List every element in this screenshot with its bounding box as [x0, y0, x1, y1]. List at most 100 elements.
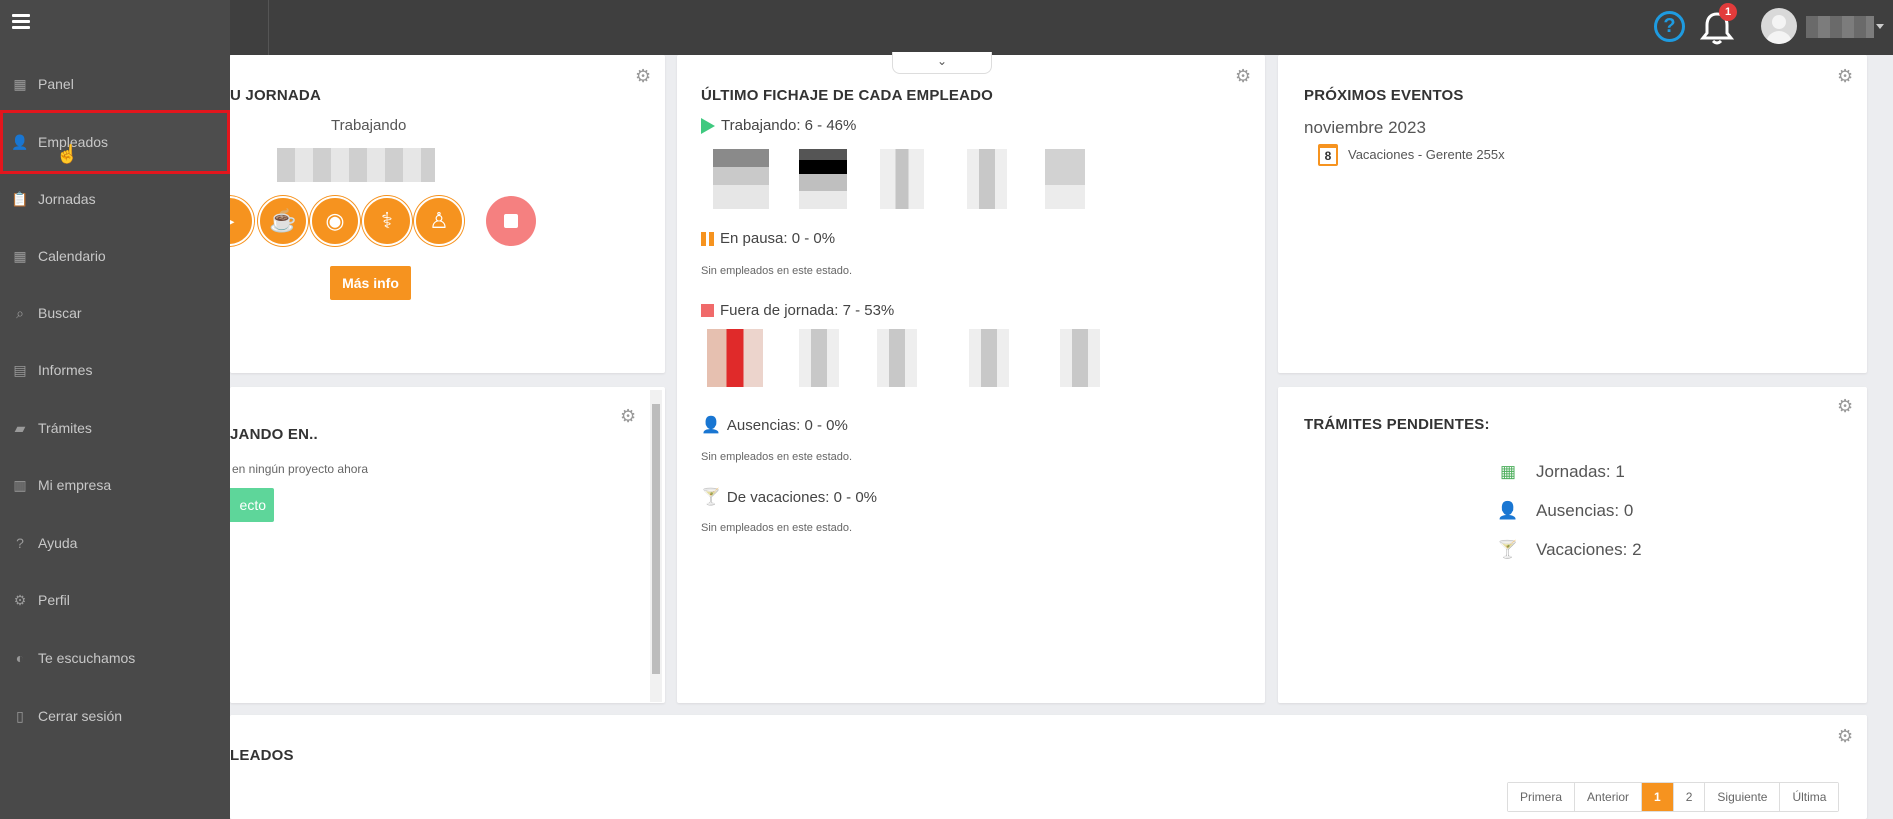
play-icon[interactable]: ▸: [230, 196, 254, 246]
search-icon: ⌕: [16, 304, 24, 321]
coffee-icon[interactable]: ☕: [258, 196, 308, 246]
square-icon: [701, 304, 714, 317]
jornada-card: U JORNADA ⚙ Trabajando ▸ ☕ ◉ ⚕ ♙ Más inf…: [230, 55, 665, 373]
chevron-down-icon[interactable]: [1876, 24, 1884, 29]
sidebar: ▦ Panel 👤 Empleados 📋 Jornadas ▦ Calendario ⌕ Bus…: [0, 0, 230, 819]
calendar-icon: ▦: [13, 247, 27, 264]
sidebar-item-label: Mi empresa: [38, 477, 112, 493]
tramite-jornadas[interactable]: ▦ Jornadas: 1: [1496, 462, 1625, 482]
user-name-redacted[interactable]: [1806, 16, 1874, 38]
sidebar-item-calendario[interactable]: ▦ Calendario: [0, 228, 230, 284]
proyecto-card: JANDO EN.. ⚙ en ningún proyecto ahora ec…: [230, 387, 665, 703]
working-status: Trabajando: 6 - 46%: [701, 117, 856, 134]
ear-icon: ◐: [15, 650, 25, 666]
tramites-card: TRÁMITES PENDIENTES: ⚙ ▦ Jornadas: 1 👤 A…: [1278, 387, 1867, 703]
gear-icon[interactable]: ⚙: [635, 67, 653, 85]
sidebar-item-empleados[interactable]: 👤 Empleados: [0, 110, 230, 174]
proyecto-scrollbar[interactable]: [650, 390, 662, 702]
employee-avatar[interactable]: [1045, 149, 1085, 209]
calendar-icon: ▦: [1499, 462, 1517, 481]
pager-previous[interactable]: Anterior: [1575, 783, 1643, 811]
tramite-label: Vacaciones: 2: [1536, 540, 1642, 559]
paused-status: En pausa: 0 - 0%: [701, 230, 835, 247]
pager-next[interactable]: Siguiente: [1705, 783, 1781, 811]
clipboard-icon: 📋: [11, 190, 29, 207]
employee-avatar[interactable]: [799, 149, 847, 209]
employee-avatar[interactable]: [880, 149, 924, 209]
employee-avatar[interactable]: [799, 329, 839, 387]
fichaje-title: ÚLTIMO FICHAJE DE CADA EMPLEADO: [701, 87, 994, 104]
sidebar-item-label: Jornadas: [38, 191, 96, 207]
sidebar-item-perfil[interactable]: ⚙ Perfil: [0, 572, 230, 628]
working-label: Trabajando: 6 - 46%: [721, 117, 857, 134]
sidebar-item-te-escuchamos[interactable]: ◐ Te escuchamos: [0, 630, 230, 686]
pager-first[interactable]: Primera: [1508, 783, 1576, 811]
sidebar-item-trámites[interactable]: ▰ Trámites: [0, 400, 230, 456]
sidebar-item-label: Informes: [38, 362, 93, 378]
sidebar-item-informes[interactable]: ▤ Informes: [0, 342, 230, 398]
sidebar-item-label: Te escuchamos: [38, 650, 136, 666]
pager-last[interactable]: Última: [1780, 783, 1839, 811]
sidebar-item-label: Cerrar sesión: [38, 708, 123, 724]
folder-icon: ▰: [14, 419, 26, 436]
paused-label: En pausa: 0 - 0%: [720, 230, 836, 247]
sidebar-item-jornadas[interactable]: 📋 Jornadas: [0, 171, 230, 227]
pager-page-2[interactable]: 2: [1673, 783, 1706, 811]
tramites-title: TRÁMITES PENDIENTES:: [1304, 416, 1490, 433]
dashboard-icon: ▦: [13, 75, 27, 92]
sidebar-item-label: Buscar: [38, 305, 82, 321]
help-circle-icon[interactable]: ?: [1654, 11, 1685, 42]
topbar-separator: [268, 0, 269, 55]
tramite-vacaciones[interactable]: 🍸 Vacaciones: 2: [1496, 540, 1642, 560]
hamburger-menu-icon[interactable]: [12, 14, 30, 30]
eventos-card: PRÓXIMOS EVENTOS ⚙ noviembre 2023 8 Vaca…: [1278, 55, 1867, 373]
select-project-button[interactable]: ecto: [230, 488, 274, 522]
lunch-icon[interactable]: ◉: [310, 196, 360, 246]
vacation-label: De vacaciones: 0 - 0%: [726, 488, 877, 506]
gear-icon[interactable]: ⚙: [1837, 67, 1855, 85]
tramite-label: Ausencias: 0: [1536, 501, 1634, 520]
sidebar-item-mi-empresa[interactable]: ▥ Mi empresa: [0, 457, 230, 513]
family-icon[interactable]: ♙: [414, 196, 464, 246]
tramite-ausencias[interactable]: 👤 Ausencias: 0: [1496, 501, 1633, 521]
chevron-down-icon: ⌄: [936, 54, 948, 68]
doctor-icon[interactable]: ⚕: [362, 196, 412, 246]
employee-avatar[interactable]: [877, 329, 917, 387]
employee-avatar[interactable]: [713, 149, 769, 209]
collapse-toggle[interactable]: ⌄: [892, 52, 992, 74]
employee-avatar[interactable]: [707, 329, 763, 387]
sidebar-item-cerrar-sesión[interactable]: ▯ Cerrar sesión: [0, 688, 230, 744]
play-triangle-icon: [701, 117, 715, 134]
top-bar: ? 1: [0, 0, 1893, 55]
sidebar-item-panel[interactable]: ▦ Panel: [0, 56, 230, 112]
employee-name-redacted: [277, 148, 435, 182]
vacation-note: Sin empleados en este estado.: [701, 522, 853, 534]
building-icon: ▥: [13, 476, 27, 493]
cocktail-icon: 🍸: [1497, 540, 1519, 559]
logout-icon: ▯: [16, 707, 24, 724]
stop-icon[interactable]: [486, 196, 536, 246]
employee-avatar[interactable]: [1060, 329, 1100, 387]
cocktail-icon: 🍸: [701, 489, 721, 506]
event-text[interactable]: Vacaciones - Gerente 255x: [1348, 147, 1505, 162]
employee-avatar[interactable]: [967, 149, 1007, 209]
report-icon: ▤: [13, 361, 27, 378]
gear-icon[interactable]: ⚙: [1837, 397, 1855, 415]
more-info-button[interactable]: Más info: [330, 266, 411, 300]
pager-page-1[interactable]: 1: [1642, 783, 1674, 811]
sidebar-item-label: Ayuda: [38, 535, 78, 551]
off-label: Fuera de jornada: 7 - 53%: [720, 302, 895, 319]
sidebar-item-label: Perfil: [38, 592, 70, 608]
sidebar-item-label: Calendario: [38, 248, 106, 264]
calendar-day-icon: 8: [1318, 144, 1338, 166]
jornada-title: U JORNADA: [230, 87, 321, 104]
vacation-status: 🍸 De vacaciones: 0 - 0%: [701, 487, 877, 507]
proyecto-title: JANDO EN..: [230, 426, 318, 443]
sidebar-item-buscar[interactable]: ⌕ Buscar: [0, 285, 230, 341]
gear-icon[interactable]: ⚙: [620, 407, 638, 425]
gear-icon[interactable]: ⚙: [1235, 67, 1253, 85]
gear-icon[interactable]: ⚙: [1837, 727, 1855, 745]
user-avatar-icon[interactable]: [1761, 8, 1797, 44]
employee-avatar[interactable]: [969, 329, 1009, 387]
sidebar-item-ayuda[interactable]: ? Ayuda: [0, 515, 230, 571]
